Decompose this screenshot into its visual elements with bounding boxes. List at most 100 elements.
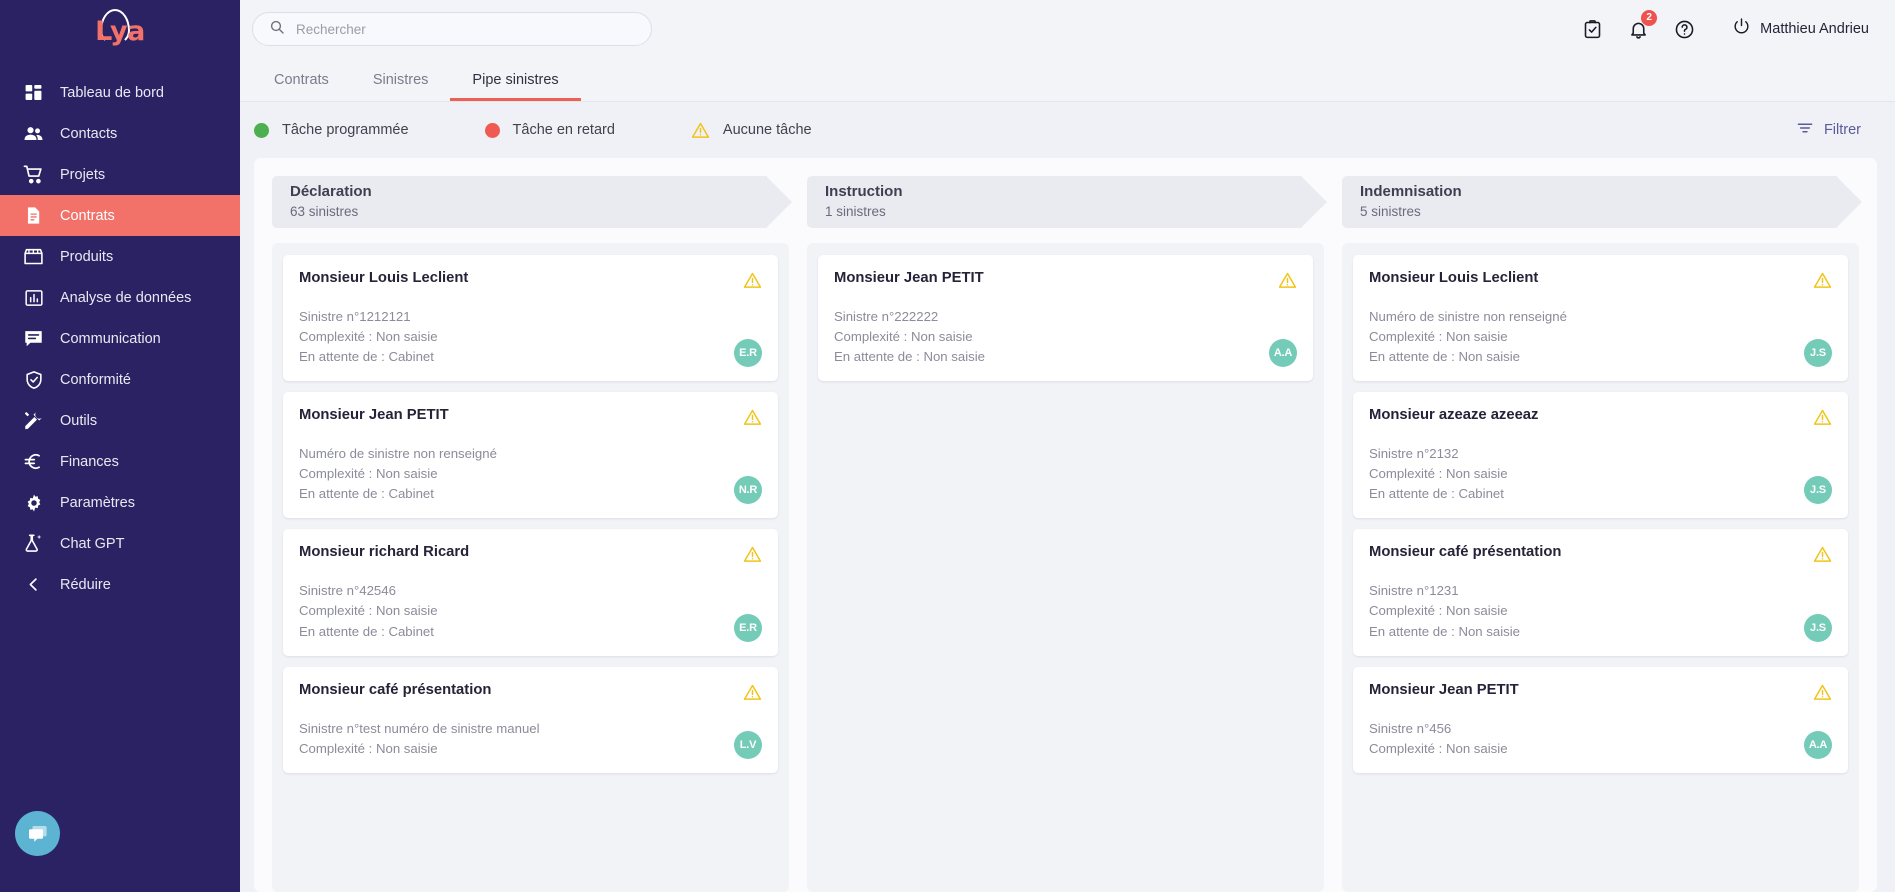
shield-check-icon xyxy=(23,369,44,390)
search-box[interactable] xyxy=(252,12,652,46)
card-header: Monsieur azeaze azeeaz xyxy=(1369,407,1832,432)
card-claim-number: Sinistre n°456 xyxy=(1369,720,1452,736)
flask-sparkle-icon xyxy=(23,533,44,554)
card-complexity: Complexité : Non saisie xyxy=(299,740,438,756)
sidebar-item-contacts[interactable]: Contacts xyxy=(0,113,240,154)
clipboard-check-icon[interactable] xyxy=(1580,17,1604,41)
column-title: Instruction xyxy=(825,183,903,200)
user-menu[interactable]: Matthieu Andrieu xyxy=(1732,17,1869,41)
help-circle-icon[interactable] xyxy=(1672,17,1696,41)
avatar[interactable]: J.S xyxy=(1804,339,1832,368)
sidebar-item-label: Analyse de données xyxy=(60,289,192,306)
sidebar-item-conformit[interactable]: Conformité xyxy=(0,359,240,400)
sidebar-item-r-duire[interactable]: Réduire xyxy=(0,564,240,605)
avatar[interactable]: E.R xyxy=(734,613,762,642)
legend-item: Tâche en retard xyxy=(484,122,615,138)
claim-card[interactable]: Monsieur Jean PETIT Sinistre n°456 Complex… xyxy=(1353,666,1848,773)
card-details: Numéro de sinistre non renseigné Complexi… xyxy=(1369,307,1832,367)
claim-card[interactable]: Monsieur Louis Leclient Numéro de sinistr… xyxy=(1353,255,1848,382)
card-header: Monsieur Jean PETIT xyxy=(299,407,762,432)
sidebar-item-label: Tableau de bord xyxy=(60,84,164,101)
card-header: Monsieur café présentation xyxy=(1369,544,1832,569)
sidebar-item-finances[interactable]: Finances xyxy=(0,441,240,482)
tab-pipe-sinistres[interactable]: Pipe sinistres xyxy=(450,72,581,101)
card-waiting-on: En attente de : Cabinet xyxy=(299,486,434,502)
avatar[interactable]: A.A xyxy=(1804,730,1832,759)
warning-triangle-icon xyxy=(743,545,762,569)
dashboard-icon xyxy=(23,82,44,103)
card-claim-number: Sinistre n°2132 xyxy=(1369,446,1459,462)
tab-sinistres[interactable]: Sinistres xyxy=(351,72,451,102)
sidebar-item-communication[interactable]: Communication xyxy=(0,318,240,359)
column-card-list: Monsieur Jean PETIT Sinistre n°222222 Comp… xyxy=(807,243,1324,892)
card-header: Monsieur Louis Leclient xyxy=(299,270,762,295)
warning-triangle-icon xyxy=(1278,271,1297,295)
logo[interactable]: Lya xyxy=(0,0,240,62)
column-count: 5 sinistres xyxy=(1360,203,1421,219)
topbar-actions: 2 Matthieu Andrieu xyxy=(1580,10,1869,41)
chart-icon xyxy=(23,287,44,308)
avatar[interactable]: L.V xyxy=(734,730,762,759)
card-header: Monsieur Jean PETIT xyxy=(1369,682,1832,707)
card-waiting-on: En attente de : Cabinet xyxy=(1369,486,1504,502)
chat-bubble-icon[interactable] xyxy=(15,811,60,856)
claim-card[interactable]: Monsieur café présentation Sinistre n°123… xyxy=(1353,529,1848,656)
legend-items: Tâche programmée Tâche en retard Aucune tâ… xyxy=(240,121,812,140)
card-complexity: Complexité : Non saisie xyxy=(299,603,438,619)
card-claim-number: Sinistre n°1231 xyxy=(1369,583,1459,599)
column-title: Déclaration xyxy=(290,183,372,200)
card-client-name: Monsieur café présentation xyxy=(299,681,492,698)
claim-card[interactable]: Monsieur Jean PETIT Sinistre n°222222 Comp… xyxy=(818,255,1313,382)
sidebar-item-projets[interactable]: Projets xyxy=(0,154,240,195)
card-waiting-on: En attente de : Cabinet xyxy=(299,349,434,365)
sidebar-item-analyse-de-donn-es[interactable]: Analyse de données xyxy=(0,277,240,318)
legend-label: Tâche en retard xyxy=(512,122,615,138)
claim-card[interactable]: Monsieur azeaze azeeaz Sinistre n°2132 Com… xyxy=(1353,392,1848,519)
card-client-name: Monsieur Jean PETIT xyxy=(299,407,449,424)
contacts-icon xyxy=(23,123,44,144)
card-details: Sinistre n°456 Complexité : Non saisie xyxy=(1369,719,1832,759)
card-waiting-on: En attente de : Cabinet xyxy=(299,623,434,639)
sidebar-item-contrats[interactable]: Contrats xyxy=(0,195,240,236)
chevron-left-icon xyxy=(23,574,44,595)
card-details: Sinistre n°222222 Complexité : Non saisie… xyxy=(834,307,1297,367)
column-header: Indemnisation 5 sinistres xyxy=(1342,176,1862,228)
card-client-name: Monsieur Jean PETIT xyxy=(1369,681,1519,698)
tab-contrats[interactable]: Contrats xyxy=(252,72,351,102)
sidebar-item-chat-gpt[interactable]: Chat GPT xyxy=(0,523,240,564)
sidebar-item-param-tres[interactable]: Paramètres xyxy=(0,482,240,523)
avatar[interactable]: A.A xyxy=(1269,339,1297,368)
search-input[interactable] xyxy=(296,21,635,37)
card-waiting-on: En attente de : Non saisie xyxy=(1369,349,1521,365)
gear-icon xyxy=(23,492,44,513)
claim-card[interactable]: Monsieur richard Ricard Sinistre n°42546 C… xyxy=(283,529,778,656)
store-icon xyxy=(23,246,44,267)
claim-card[interactable]: Monsieur Louis Leclient Sinistre n°121212… xyxy=(283,255,778,382)
sidebar-item-outils[interactable]: Outils xyxy=(0,400,240,441)
avatar[interactable]: J.S xyxy=(1804,613,1832,642)
sidebar-item-label: Réduire xyxy=(60,576,111,593)
avatar[interactable]: E.R xyxy=(734,339,762,368)
card-claim-number: Sinistre n°222222 xyxy=(834,309,939,324)
tab-bar: Contrats Sinistres Pipe sinistres xyxy=(240,58,1895,102)
claim-card[interactable]: Monsieur Jean PETIT Numéro de sinistre no… xyxy=(283,392,778,519)
warning-triangle-icon xyxy=(743,683,762,707)
card-complexity: Complexité : Non saisie xyxy=(834,329,973,345)
filter-icon xyxy=(1796,119,1814,141)
bell-icon[interactable]: 2 xyxy=(1626,10,1658,41)
sidebar-item-label: Communication xyxy=(60,330,161,347)
pipeline-board: Déclaration 63 sinistres Monsieur Louis Le… xyxy=(254,158,1877,892)
warning-triangle-icon xyxy=(1813,683,1832,707)
card-client-name: Monsieur richard Ricard xyxy=(299,544,470,561)
warning-triangle-icon xyxy=(743,271,762,295)
status-dot xyxy=(254,122,269,138)
card-details: Numéro de sinistre non renseigné Complexi… xyxy=(299,444,762,504)
card-complexity: Complexité : Non saisie xyxy=(1369,466,1508,482)
claim-card[interactable]: Monsieur café présentation Sinistre n°tes… xyxy=(283,666,778,773)
sidebar-item-produits[interactable]: Produits xyxy=(0,236,240,277)
chat-icon xyxy=(23,328,44,349)
search-icon xyxy=(269,19,285,40)
filter-button[interactable]: Filtrer xyxy=(1796,119,1861,141)
legend-item: Tâche programmée xyxy=(254,122,409,138)
sidebar-item-tableau-de-bord[interactable]: Tableau de bord xyxy=(0,72,240,113)
